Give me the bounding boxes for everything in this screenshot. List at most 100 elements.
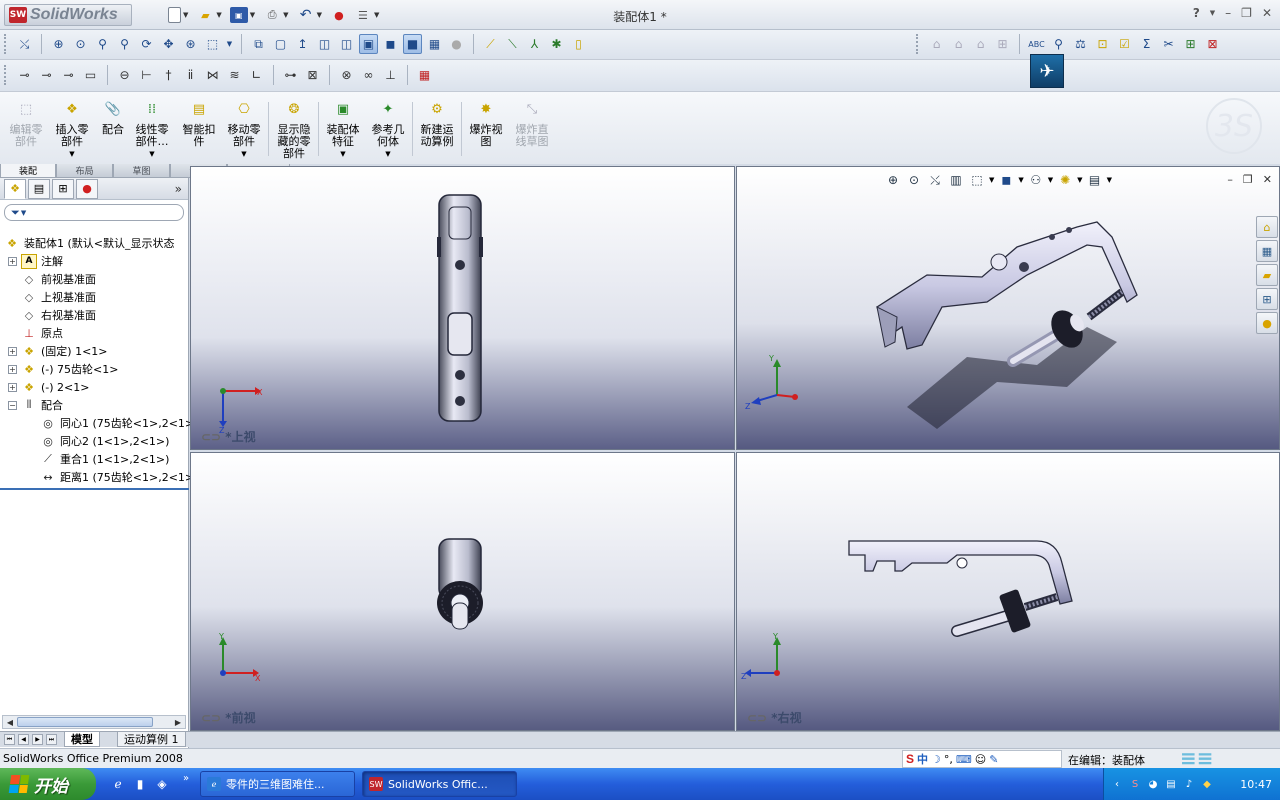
tray-expand-icon[interactable]: ‹ (1110, 777, 1124, 791)
print-dropdown-icon[interactable]: ▼ (283, 11, 288, 19)
tab-model[interactable]: 模型 (64, 732, 100, 747)
chain-icon[interactable]: ∞ (359, 65, 378, 85)
view-axis-icon[interactable]: ↥ (293, 34, 312, 54)
cmd-smart-fasteners[interactable]: ▤ 智能扣件 (177, 103, 221, 148)
options-dropdown-icon[interactable]: ▼ (374, 11, 379, 19)
point-icon[interactable]: ✱ (547, 34, 566, 54)
open-dropdown-icon[interactable]: ▼ (216, 11, 221, 19)
cmd-linear-pattern[interactable]: ⁞⁞ 线性零 部件… ▼ (130, 103, 174, 160)
viewport-close-button[interactable]: ✕ (1263, 173, 1272, 186)
shaded-edges-icon[interactable]: ◼ (381, 34, 400, 54)
tools-icon[interactable]: ✂ (1159, 34, 1178, 54)
spring-icon[interactable]: ≋ (225, 65, 244, 85)
sogou-tray-icon[interactable]: S (1128, 777, 1142, 791)
start-button[interactable]: 开始 (0, 768, 96, 800)
tree-item[interactable]: ⟋ 重合1 (1<1>,2<1>) (40, 450, 169, 468)
security-tray-icon[interactable]: ◆ (1200, 777, 1214, 791)
pin-icon[interactable]: ⊖ (115, 65, 134, 85)
ime-keyboard-icon[interactable]: ⌨ (956, 753, 972, 766)
tree-root[interactable]: ❖ 装配体1 (默认<默认_显示状态 (4, 234, 174, 252)
tab-sketch[interactable]: 草图 (113, 164, 170, 178)
options-icon[interactable]: ☰ (354, 7, 372, 23)
tree-item[interactable]: + ❖ (-) 75齿轮<1> (8, 360, 118, 378)
solidworks-resources-home-icon[interactable]: ⌂ (1256, 216, 1278, 238)
first-tab-icon[interactable]: ⏮ (4, 734, 15, 745)
network-tray-icon[interactable]: ▤ (1164, 777, 1178, 791)
hidden-lines-removed-icon[interactable]: ▣ (359, 34, 378, 54)
select-icon[interactable]: ⤯ (15, 34, 34, 54)
bracket-icon[interactable]: ∟ (247, 65, 266, 85)
fastener-icon[interactable]: ⊸ (37, 65, 56, 85)
print-icon[interactable]: ⎙ (263, 7, 281, 23)
apply-scene-icon[interactable]: ▤ (1086, 171, 1104, 189)
pin-icon[interactable]: † (159, 65, 178, 85)
hidden-tool-icon[interactable]: ⌂ (971, 34, 990, 54)
tree-item[interactable]: + A 注解 (8, 252, 63, 270)
solidworks-logo-menu[interactable]: SW SolidWorks (4, 4, 132, 26)
viewport-top[interactable]: X Z ⊂⊃ *上视 (190, 166, 735, 450)
save-dropdown-icon[interactable]: ▼ (250, 11, 255, 19)
zoom-to-fit-icon[interactable]: ⊕ (884, 171, 902, 189)
tree-item[interactable]: − ⫴ 配合 (8, 396, 63, 414)
expand-icon[interactable]: + (8, 364, 17, 374)
view-orientation-dropdown-icon[interactable]: ▼ (989, 176, 994, 184)
pan-icon[interactable]: ✥ (159, 34, 178, 54)
hidden-tool-icon[interactable]: ⊞ (993, 34, 1012, 54)
tab-layout[interactable]: 布局 (56, 164, 113, 178)
rollback-bar[interactable] (0, 488, 189, 490)
hidden-lines-visible-icon[interactable]: ◫ (337, 34, 356, 54)
palette-icon[interactable]: ▦ (415, 65, 434, 85)
feature-tree-tab-icon[interactable]: ❖ (4, 178, 26, 199)
undo-dropdown-icon[interactable]: ▼ (317, 11, 322, 19)
tree-item[interactable]: ◇ 上视基准面 (21, 288, 96, 306)
tab-assembly[interactable]: 装配 (0, 164, 56, 178)
ime-punct-icon[interactable]: °, (944, 753, 953, 766)
bearing-icon[interactable]: ⊥ (381, 65, 400, 85)
help-dropdown-icon[interactable]: ▼ (1210, 9, 1215, 20)
cmd-explode-line-sketch[interactable]: ⤡ 爆炸直 线草图 (510, 103, 554, 148)
minimize-button[interactable]: – (1225, 6, 1231, 20)
tree-item[interactable]: ⊥ 原点 (21, 324, 63, 342)
link-icon[interactable]: ⊠ (303, 65, 322, 85)
appearance-dropdown-icon[interactable]: ▼ (1077, 176, 1082, 184)
check-icon[interactable]: ☑ (1115, 34, 1134, 54)
spring-icon[interactable]: ⋈ (203, 65, 222, 85)
statistics-icon[interactable]: ⊠ (1203, 34, 1222, 54)
volume-tray-icon[interactable]: ♪ (1182, 777, 1196, 791)
fastener-icon[interactable]: ⊸ (59, 65, 78, 85)
axis-icon[interactable]: ⅄ (525, 34, 544, 54)
display-manager-tab-icon[interactable]: ● (76, 178, 98, 199)
cmd-edit-component[interactable]: ⬚ 编辑零 部件 (4, 103, 48, 148)
scroll-thumb[interactable] (17, 717, 153, 727)
cmd-new-motion-study[interactable]: ⚙ 新建运 动算例 (415, 103, 459, 148)
ime-tool-icon[interactable]: ✎ (989, 753, 998, 766)
undo-icon[interactable]: ↶ (297, 7, 315, 23)
toolbar-grip[interactable] (4, 34, 8, 54)
quicklaunch-icon[interactable]: ▮ (132, 776, 148, 792)
help-button[interactable]: ? (1193, 6, 1200, 20)
view-orientation-dropdown-icon[interactable]: ▼ (225, 34, 234, 54)
cmd-reference-geometry[interactable]: ✦ 参考几 何体 ▼ (366, 103, 410, 160)
measure-icon[interactable]: ⚲ (1049, 34, 1068, 54)
toolbar-grip[interactable] (916, 34, 920, 54)
tree-item[interactable]: ◇ 前视基准面 (21, 270, 96, 288)
ie-icon[interactable]: ℯ (110, 776, 126, 792)
expand-icon[interactable]: + (8, 346, 17, 356)
close-button[interactable]: ✕ (1262, 6, 1272, 20)
cmd-show-hidden-components[interactable]: ❂ 显示隐 藏的零 部件 (272, 103, 316, 160)
filter-dropdown-icon[interactable]: ▼ (21, 209, 26, 217)
design-library-icon[interactable]: ▦ (1256, 240, 1278, 262)
gear-mate-icon[interactable]: ⊗ (337, 65, 356, 85)
fastener-icon[interactable]: ▭ (81, 65, 100, 85)
viewport-right[interactable]: Y Z ⊂⊃ *右视 (736, 452, 1280, 731)
configuration-manager-tab-icon[interactable]: ⊞ (52, 178, 74, 199)
file-explorer-icon[interactable]: ▰ (1256, 264, 1278, 286)
expand-icon[interactable]: + (8, 256, 17, 266)
qq-tray-icon[interactable]: ◕ (1146, 777, 1160, 791)
tree-item[interactable]: ↔ 距离1 (75齿轮<1>,2<1> (40, 468, 194, 486)
tree-item[interactable]: + ❖ (-) 2<1> (8, 378, 89, 396)
shaded-icon[interactable]: ■ (403, 34, 422, 54)
cmd-mate[interactable]: 📎 配合 (91, 103, 135, 136)
taskbar-item-browser[interactable]: ℯ 零件的三维图难住... (200, 771, 355, 797)
3d-view-icon[interactable]: ⬚ (203, 34, 222, 54)
